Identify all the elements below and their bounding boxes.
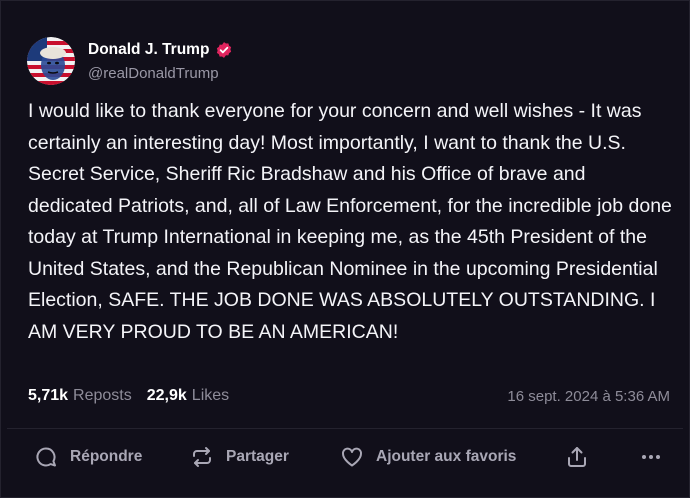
- post-stats: 5,71k Reposts 22,9k Likes 16 sept. 2024 à …: [28, 387, 670, 405]
- ellipsis-icon: [639, 445, 663, 469]
- reply-label: Répondre: [70, 448, 143, 465]
- upload-icon: [565, 445, 589, 469]
- likes-count: 22,9k: [146, 387, 187, 404]
- more-options-button[interactable]: [639, 445, 663, 469]
- author-name-row: Donald J. Trump: [88, 41, 233, 59]
- upload-button[interactable]: [565, 445, 589, 469]
- divider: [7, 428, 683, 429]
- avatar[interactable]: [27, 37, 75, 85]
- action-bar: Répondre Partager Ajouter aux favoris: [34, 443, 664, 471]
- verified-badge-icon: [215, 41, 233, 59]
- author-name[interactable]: Donald J. Trump: [88, 41, 209, 59]
- reposts-count: 5,71k: [28, 387, 69, 404]
- reply-button[interactable]: Répondre: [34, 445, 142, 469]
- likes-label: Likes: [191, 387, 230, 404]
- favorite-button[interactable]: Ajouter aux favoris: [340, 445, 516, 469]
- likes-stat[interactable]: 22,9k Likes: [147, 387, 229, 405]
- speech-bubble-icon: [34, 445, 58, 469]
- reposts-label: Reposts: [73, 387, 132, 404]
- repost-arrows-icon: [190, 445, 214, 469]
- post-timestamp[interactable]: 16 sept. 2024 à 5:36 AM: [507, 388, 670, 405]
- share-label: Partager: [226, 448, 289, 465]
- author-handle[interactable]: @realDonaldTrump: [88, 65, 233, 82]
- favorite-label: Ajouter aux favoris: [376, 448, 517, 465]
- reposts-stat[interactable]: 5,71k Reposts: [28, 387, 132, 405]
- share-button[interactable]: Partager: [190, 445, 289, 469]
- author-block: Donald J. Trump @realDonaldTrump: [88, 41, 233, 82]
- post-card: Donald J. Trump @realDonaldTrump I would…: [0, 0, 690, 498]
- post-header: Donald J. Trump @realDonaldTrump: [27, 37, 233, 85]
- heart-icon: [340, 445, 364, 469]
- post-text: I would like to thank everyone for your …: [28, 100, 672, 343]
